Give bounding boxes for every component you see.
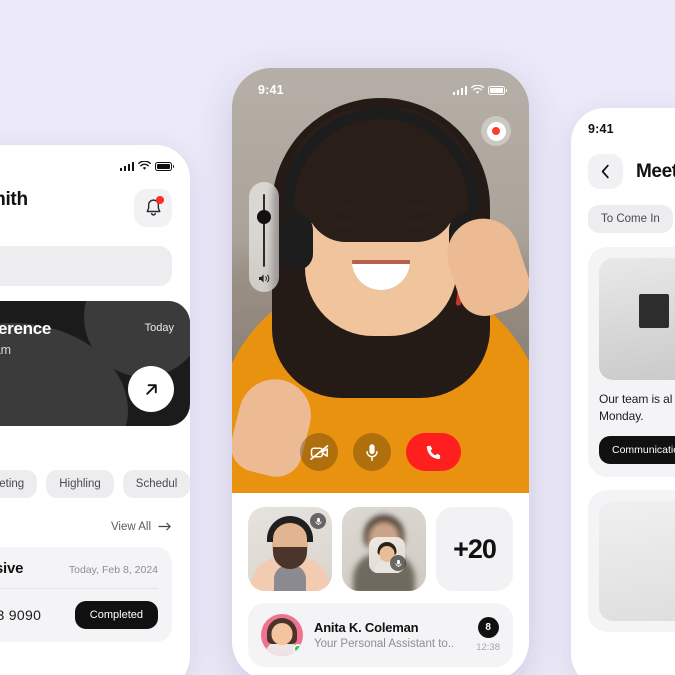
record-button[interactable] — [481, 116, 511, 146]
chat-list-item[interactable]: Anita K. Coleman Your Personal Assistant… — [248, 603, 513, 667]
center-phone-video-call: 9:41 +20 Anita K. Coleman Your Personal … — [232, 68, 529, 675]
notch — [329, 68, 433, 93]
record-icon — [486, 121, 506, 141]
chip-to-come-in[interactable]: To Come In — [588, 205, 673, 233]
meeting-conference-card[interactable]: g Conference rence Team Today — [0, 301, 190, 426]
cellular-signal-icon — [452, 85, 467, 95]
schedule-section-title: dule — [0, 442, 172, 459]
video-off-button[interactable] — [300, 433, 338, 471]
video-feed: 9:41 — [232, 68, 529, 493]
call-controls — [232, 433, 529, 471]
post-image — [599, 258, 675, 380]
chat-timestamp: 12:38 — [476, 642, 500, 653]
phone-icon — [426, 445, 440, 460]
page-title: Meeti — [636, 160, 675, 182]
chip-join-meeting[interactable]: Join Meeting — [0, 470, 38, 498]
headset-cup-left — [278, 214, 313, 270]
avatar — [261, 614, 303, 656]
arrow-up-right-icon — [145, 383, 157, 395]
notification-button[interactable] — [134, 189, 172, 227]
call-bottom-panel: +20 Anita K. Coleman Your Personal Assis… — [232, 493, 529, 667]
status-time: 9:41 — [258, 83, 284, 97]
status-badge: Completed — [74, 601, 158, 629]
greeting-subtitle: Morning — [0, 214, 28, 229]
post-text: Our team is al ensuring you r Monday. — [599, 392, 675, 424]
chevron-left-icon — [601, 164, 609, 179]
chip-highling[interactable]: Highling — [46, 470, 114, 498]
wifi-icon — [471, 85, 484, 94]
end-call-button[interactable] — [406, 433, 461, 471]
chat-preview-text: Your Personal Assistant to.. — [314, 638, 455, 650]
left-phone-home-screen: ale Smith Morning g Conference rence Tea… — [0, 145, 190, 675]
participant-thumbnails: +20 — [248, 507, 513, 591]
chat-contact-name: Anita K. Coleman — [314, 620, 419, 635]
post-card[interactable]: Our team is al ensuring you r Monday. Co… — [588, 247, 675, 478]
divider — [0, 588, 158, 589]
speaker-icon — [258, 267, 271, 292]
left-status-bar — [0, 161, 175, 171]
chip-schedule[interactable]: Schedul — [122, 470, 190, 498]
participant-thumbnail-1[interactable] — [248, 507, 332, 591]
cellular-signal-icon — [119, 161, 134, 171]
post-card-2[interactable] — [588, 490, 675, 633]
volume-track — [257, 194, 271, 267]
participants-overflow-button[interactable]: +20 — [436, 507, 513, 591]
search-input[interactable] — [0, 246, 172, 286]
view-all-label: View All — [110, 520, 151, 533]
subject-eye-right — [408, 220, 425, 227]
filter-chips: To Come In — [588, 205, 675, 233]
battery-icon — [488, 85, 508, 95]
volume-slider[interactable] — [249, 182, 279, 292]
view-all-link[interactable]: View All — [111, 521, 172, 533]
meeting-card-title: g Conference — [0, 319, 52, 338]
status-time: 9:41 — [588, 122, 614, 136]
post-image-2 — [599, 501, 675, 622]
arrow-right-icon — [158, 522, 171, 531]
history-section-header: ry View All — [0, 518, 172, 535]
right-phone-meeting-screen: 9:41 Meeti To Come In Our team is al ens… — [571, 108, 675, 675]
participant-thumbnail-2[interactable] — [342, 507, 426, 591]
microphone-muted-icon — [310, 513, 326, 529]
meeting-card-action-button[interactable] — [128, 366, 174, 412]
wifi-icon — [138, 161, 151, 170]
right-status-bar: 9:41 — [588, 122, 675, 136]
history-item-number: 6 5723 9090 — [0, 607, 42, 623]
post-tag-badge: Communication — [599, 436, 675, 465]
history-item-title: Intensive — [0, 560, 24, 577]
subject-eye-left — [336, 220, 353, 227]
schedule-chips: Join Meeting Highling Schedul — [0, 470, 190, 498]
history-item[interactable]: Intensive Today, Feb 8, 2024 6 5723 9090… — [0, 547, 172, 642]
online-status-dot — [293, 644, 303, 654]
unread-count-badge: 8 — [477, 617, 499, 638]
battery-icon — [155, 161, 175, 171]
volume-knob[interactable] — [257, 210, 271, 224]
microphone-muted-icon — [390, 555, 406, 571]
notification-dot — [156, 196, 164, 204]
greeting-row: ale Smith Morning — [0, 189, 172, 229]
record-dot — [492, 127, 500, 135]
meeting-card-badge: Today — [144, 322, 174, 334]
back-button[interactable] — [588, 154, 623, 189]
history-item-date: Today, Feb 8, 2024 — [68, 564, 158, 576]
user-name: ale Smith — [0, 189, 28, 210]
page-header: Meeti — [588, 154, 675, 189]
meeting-card-subtitle: rence Team — [0, 343, 12, 357]
video-off-icon — [309, 444, 328, 460]
microphone-button[interactable] — [353, 433, 391, 471]
microphone-icon — [366, 443, 378, 461]
